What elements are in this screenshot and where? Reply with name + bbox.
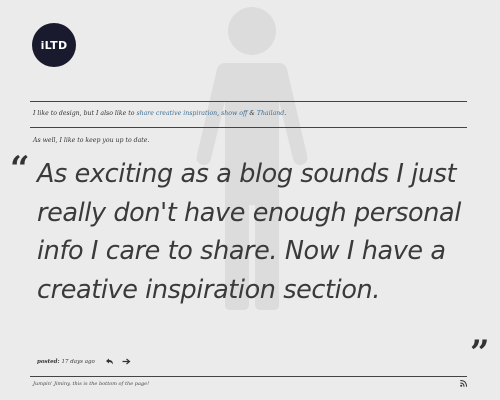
footer-text: Jumpin' Jiminy, this is the bottom of th…: [33, 381, 150, 387]
update-text: As well, I like to keep you up to date.: [33, 137, 150, 144]
intro-text: I like to design, but I also like to sha…: [33, 110, 286, 117]
post-meta: posted: 17 days ago: [37, 358, 131, 365]
post-body: As exciting as a blog sounds I just real…: [37, 159, 461, 305]
header-divider: [30, 101, 467, 102]
footer-divider: [30, 376, 467, 377]
intro-suffix: .: [284, 110, 287, 117]
site-logo[interactable]: iLTD: [32, 23, 76, 67]
share-creative-inspiration-link[interactable]: share creative inspiration: [136, 110, 217, 117]
rss-icon[interactable]: [460, 380, 467, 387]
close-quote-mark: ”: [470, 333, 490, 373]
reply-arrow-icon[interactable]: [105, 358, 114, 365]
intro-prefix: I like to design, but I also like to: [33, 110, 137, 117]
right-arrow-icon[interactable]: [122, 358, 131, 365]
posted-time: 17 days ago: [61, 358, 95, 365]
posted-label: posted:: [37, 358, 60, 365]
intro-separator: &: [247, 110, 257, 117]
thailand-link[interactable]: Thailand: [257, 110, 284, 117]
show-off-link[interactable]: show off: [221, 110, 247, 117]
intro-divider: [30, 127, 467, 128]
open-quote-mark: “: [10, 149, 30, 189]
